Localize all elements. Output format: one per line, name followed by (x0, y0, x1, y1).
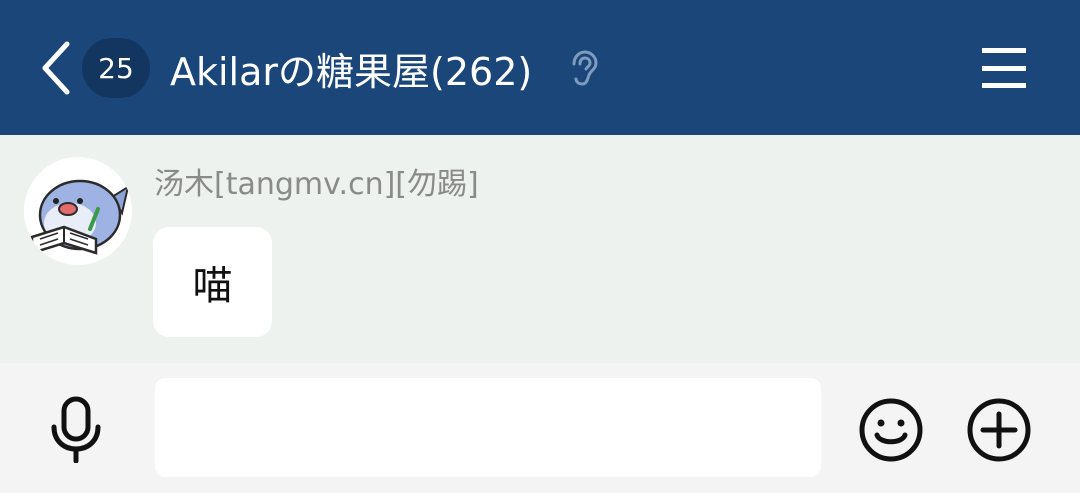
chevron-left-icon (42, 41, 70, 95)
unread-count-badge[interactable]: 25 (82, 38, 150, 98)
chat-title: Akilarの糖果屋(262) (170, 49, 533, 94)
microphone-icon[interactable] (44, 395, 108, 463)
message-input[interactable] (155, 378, 821, 477)
message-bubble[interactable]: 喵 (153, 227, 272, 337)
message-list[interactable]: 汤木[tangmv.cn][勿踢] 喵 (0, 135, 1080, 363)
input-bar (0, 363, 1080, 493)
plus-circle-icon[interactable] (966, 397, 1032, 463)
dolphin-avatar-icon (30, 179, 130, 255)
menu-button[interactable] (980, 44, 1028, 92)
chat-screen: 25 Akilarの糖果屋(262) 汤木[tangmv.cn][勿踢] 喵 (0, 0, 1080, 493)
avatar[interactable] (24, 157, 132, 265)
sender-name: 汤木[tangmv.cn][勿踢] (154, 167, 479, 202)
hamburger-menu-icon (982, 48, 1026, 53)
chat-header: 25 Akilarの糖果屋(262) (0, 0, 1080, 135)
back-button[interactable] (36, 40, 76, 96)
smiley-icon[interactable] (858, 397, 924, 463)
ear-icon[interactable] (566, 48, 600, 88)
